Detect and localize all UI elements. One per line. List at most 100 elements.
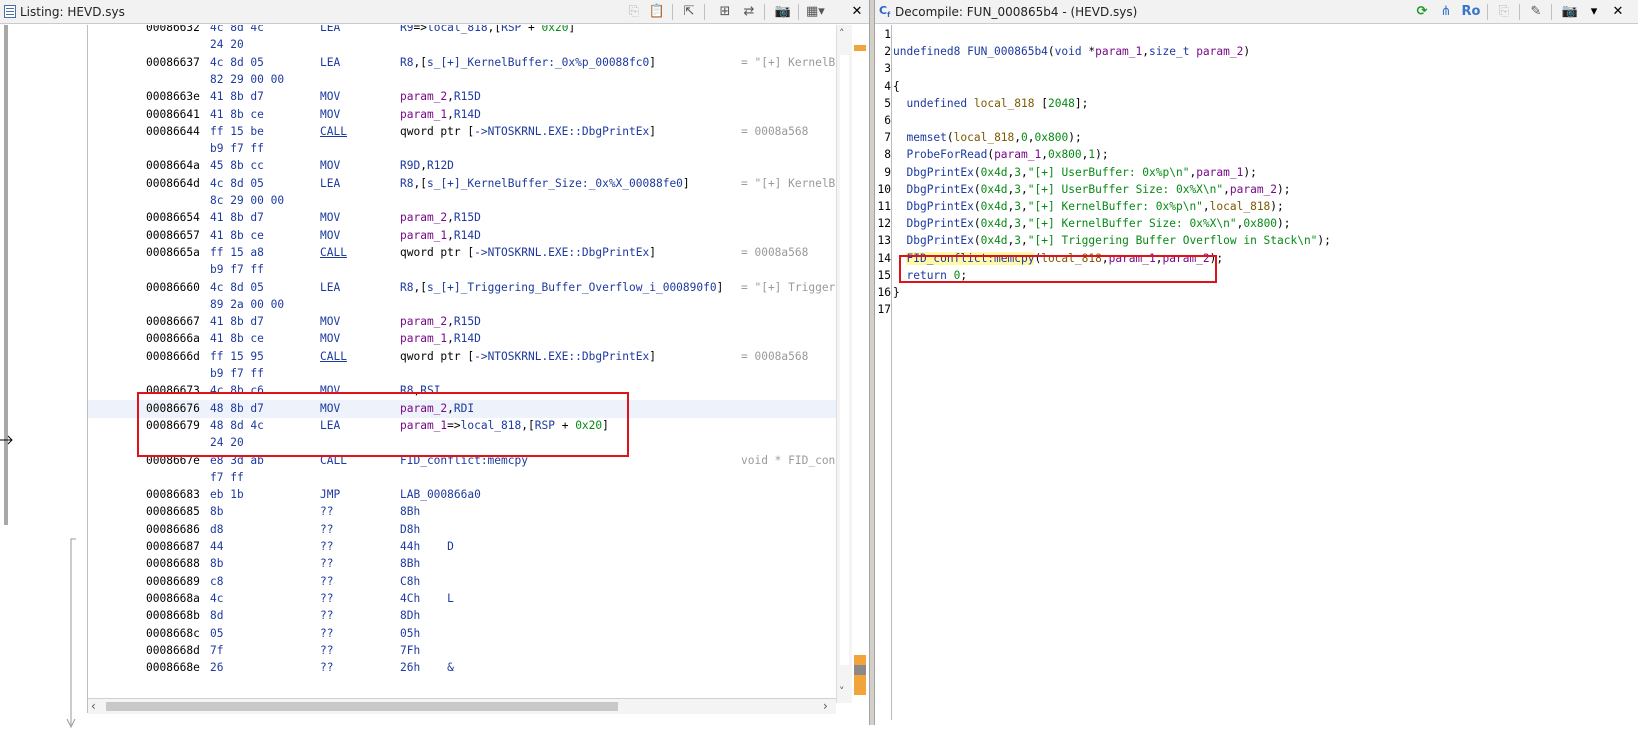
- listing-row[interactable]: b9 f7 ff: [88, 140, 836, 158]
- operands[interactable]: param_1,R14D: [400, 227, 481, 245]
- mnemonic[interactable]: MOV: [320, 88, 340, 106]
- code-line[interactable]: ProbeForRead(param_1,0x800,1);: [893, 146, 1108, 164]
- diff-view-icon[interactable]: ⇄: [740, 3, 758, 21]
- close-icon[interactable]: ✕: [848, 3, 866, 21]
- code-line[interactable]: }: [893, 284, 900, 302]
- scroll-up-icon[interactable]: ˄: [839, 27, 845, 40]
- code-line[interactable]: memset(local_818,0,0x800);: [893, 129, 1081, 147]
- mnemonic[interactable]: ??: [320, 625, 333, 643]
- operands[interactable]: D8h: [400, 521, 420, 539]
- mnemonic[interactable]: ??: [320, 607, 333, 625]
- code-token[interactable]: DbgPrintEx: [906, 217, 973, 230]
- copy-icon[interactable]: ⎘: [625, 3, 643, 21]
- mnemonic[interactable]: ??: [320, 659, 333, 677]
- code-line[interactable]: DbgPrintEx(0x4d,3,"[+] KernelBuffer Size…: [893, 215, 1290, 233]
- snapshot-icon[interactable]: 📷: [774, 3, 792, 21]
- operands[interactable]: LAB_000866a0: [400, 486, 481, 504]
- listing-row[interactable]: 0008666a 41 8b ce MOV param_1,R14D: [88, 330, 836, 348]
- paste-icon[interactable]: 📋: [648, 3, 666, 21]
- mnemonic[interactable]: LEA: [320, 279, 340, 297]
- listing-row[interactable]: 00086637 4c 8d 05 LEA R8,[s_[+]_KernelBuffe…: [88, 54, 836, 72]
- mnemonic[interactable]: MOV: [320, 330, 340, 348]
- operands[interactable]: 44h D: [400, 538, 454, 556]
- code-token[interactable]: param_1: [994, 148, 1041, 161]
- mnemonic[interactable]: ??: [320, 590, 333, 608]
- listing-row[interactable]: 00086685 8b?? 8Bh: [88, 503, 836, 521]
- operands[interactable]: qword ptr [->NTOSKRNL.EXE::DbgPrintEx]: [400, 123, 656, 141]
- operands[interactable]: 26h &: [400, 659, 454, 677]
- listing-row[interactable]: 00086683 eb 1b JMP LAB_000866a0: [88, 486, 836, 504]
- operands[interactable]: param_2,R15D: [400, 88, 481, 106]
- listing-horizontal-scrollbar[interactable]: ‹ ›: [88, 698, 836, 714]
- listing-row[interactable]: 00086632 4c 8d 4c LEA R9=>local_818,[RSP + …: [88, 25, 836, 37]
- scroll-left-icon[interactable]: ‹: [91, 699, 96, 713]
- overview-bar[interactable]: [4, 25, 8, 525]
- listing-row[interactable]: 0008668e 26?? 26h &: [88, 659, 836, 677]
- readonly-button[interactable]: Ro: [1459, 3, 1483, 21]
- close-icon[interactable]: ✕: [1609, 3, 1627, 21]
- copy-icon[interactable]: ⎘: [1495, 3, 1513, 21]
- code-line[interactable]: DbgPrintEx(0x4d,3,"[+] UserBuffer Size: …: [893, 181, 1290, 199]
- operands[interactable]: qword ptr [->NTOSKRNL.EXE::DbgPrintEx]: [400, 244, 656, 262]
- layout-dropdown-icon[interactable]: ▦▾: [806, 3, 825, 21]
- code-token[interactable]: DbgPrintEx: [906, 166, 973, 179]
- mnemonic[interactable]: ??: [320, 573, 333, 591]
- code-token[interactable]: DbgPrintEx: [906, 200, 973, 213]
- mnemonic[interactable]: MOV: [320, 227, 340, 245]
- listing-row[interactable]: 0008665a ff 15 a8 CALL qword ptr [->NTOSKRN…: [88, 244, 836, 262]
- listing-row[interactable]: 24 20: [88, 36, 836, 54]
- operands[interactable]: 8Dh: [400, 607, 420, 625]
- listing-row[interactable]: 0008664a 45 8b cc MOV R9D,R12D: [88, 157, 836, 175]
- decompile-view[interactable]: 1 2 undefined8 FUN_000865b4(void *param_1,…: [878, 25, 1637, 720]
- mnemonic[interactable]: MOV: [320, 106, 340, 124]
- listing-row[interactable]: 89 2a 00 00: [88, 296, 836, 314]
- operands[interactable]: R9=>local_818,[RSP + 0x20]: [400, 25, 575, 37]
- graph-icon[interactable]: ⋔: [1437, 3, 1455, 21]
- edit-signature-icon[interactable]: ✎: [1527, 3, 1545, 21]
- menu-dropdown-icon[interactable]: ▾: [1585, 3, 1603, 21]
- operands[interactable]: R8,[s_[+]_KernelBuffer:_0x%p_00088fc0]: [400, 54, 656, 72]
- code-line[interactable]: DbgPrintEx(0x4d,3,"[+] UserBuffer: 0x%p\…: [893, 164, 1256, 182]
- mnemonic[interactable]: JMP: [320, 486, 340, 504]
- mnemonic[interactable]: LEA: [320, 54, 340, 72]
- operands[interactable]: param_1,R14D: [400, 106, 481, 124]
- code-token[interactable]: DbgPrintEx: [906, 234, 973, 247]
- code-token[interactable]: local_818: [1210, 200, 1271, 213]
- refresh-icon[interactable]: ⟳: [1413, 3, 1431, 21]
- operands[interactable]: 8Bh: [400, 555, 420, 573]
- scroll-right-icon[interactable]: ›: [823, 699, 828, 713]
- operands[interactable]: 05h: [400, 625, 420, 643]
- mnemonic[interactable]: ??: [320, 555, 333, 573]
- mnemonic[interactable]: MOV: [320, 157, 340, 175]
- code-token[interactable]: ProbeForRead: [906, 148, 987, 161]
- code-token[interactable]: param_1: [1196, 166, 1243, 179]
- operands[interactable]: 7Fh: [400, 642, 420, 660]
- listing-row[interactable]: 00086657 41 8b ce MOV param_1,R14D: [88, 227, 836, 245]
- code-token[interactable]: local_818: [954, 131, 1015, 144]
- code-line[interactable]: {: [893, 78, 900, 96]
- listing-row[interactable]: 8c 29 00 00: [88, 192, 836, 210]
- listing-vscroll-thumb[interactable]: [840, 55, 849, 665]
- listing-row[interactable]: 00086660 4c 8d 05 LEA R8,[s_[+]_Triggering_…: [88, 279, 836, 297]
- listing-row[interactable]: 00086641 41 8b ce MOV param_1,R14D: [88, 106, 836, 124]
- code-token[interactable]: local_818: [974, 97, 1035, 110]
- operands[interactable]: qword ptr [->NTOSKRNL.EXE::DbgPrintEx]: [400, 348, 656, 366]
- listing-row[interactable]: 00086687 44?? 44h D: [88, 538, 836, 556]
- listing-row[interactable]: 0008666d ff 15 95 CALL qword ptr [->NTOSKRN…: [88, 348, 836, 366]
- operands[interactable]: param_2,R15D: [400, 313, 481, 331]
- operands[interactable]: 8Bh: [400, 503, 420, 521]
- listing-vertical-scrollbar[interactable]: ˄ ˅: [836, 25, 852, 703]
- mnemonic[interactable]: MOV: [320, 209, 340, 227]
- listing-row[interactable]: f7 ff: [88, 469, 836, 487]
- operands[interactable]: 4Ch L: [400, 590, 454, 608]
- code-line[interactable]: undefined8 FUN_000865b4(void *param_1,si…: [893, 43, 1250, 61]
- listing-row[interactable]: b9 f7 ff: [88, 261, 836, 279]
- snapshot-icon[interactable]: 📷: [1561, 3, 1579, 21]
- listing-row[interactable]: b9 f7 ff: [88, 365, 836, 383]
- listing-hscroll-thumb[interactable]: [106, 702, 618, 711]
- listing-row[interactable]: 0008663e 41 8b d7 MOV param_2,R15D: [88, 88, 836, 106]
- mnemonic[interactable]: ??: [320, 642, 333, 660]
- mnemonic[interactable]: ??: [320, 503, 333, 521]
- operands[interactable]: C8h: [400, 573, 420, 591]
- mnemonic[interactable]: MOV: [320, 313, 340, 331]
